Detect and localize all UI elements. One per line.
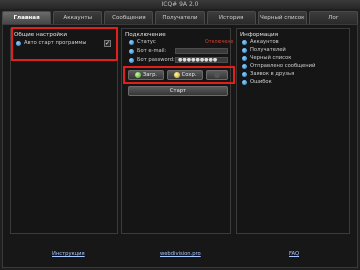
tab-log[interactable]: Лог [308,11,358,24]
window-title: ICQ# 9A 2.0 [161,1,199,8]
bullet-icon [242,39,247,45]
status-value: Отключено [205,40,234,45]
info-item-label: Аккаунтов [250,39,279,45]
highlight-box-buttons [123,66,235,84]
start-button-label: Старт [169,88,187,94]
tab-bar: Главная Аккаунты Сообщения Получатели Ис… [2,11,358,24]
bullet-icon [242,71,247,77]
email-row: Бот e-mail: [129,47,166,55]
start-button[interactable]: Старт [128,86,228,96]
status-label: Статус [137,39,156,45]
bullet-icon [242,47,247,53]
bullet-icon [242,55,247,61]
info-item: Отправлено сообщений [242,62,315,70]
status-row: Статус [129,38,156,46]
info-item: Заявок в друзья [242,70,294,78]
faq-link[interactable]: FAQ [289,251,299,257]
tab-recipients[interactable]: Получатели [155,11,205,24]
info-item: Черный список [242,54,291,62]
info-item-label: Заявок в друзья [250,71,295,77]
tab-messages[interactable]: Сообщения [104,11,154,24]
bullet-icon [129,57,134,63]
tab-blacklist[interactable]: Черный список [257,11,307,24]
instructions-link[interactable]: Инструкция [52,251,85,257]
bullet-icon [129,39,134,45]
password-input[interactable]: ●●●●●●●●● [175,57,228,63]
tab-history[interactable]: История [206,11,256,24]
password-label: Бот password: [137,57,175,63]
tab-main[interactable]: Главная [2,11,52,24]
info-item: Аккаунтов [242,38,279,46]
tab-accounts[interactable]: Аккаунты [53,11,103,24]
bullet-icon [129,48,134,54]
password-row: Бот password: [129,56,175,64]
website-link[interactable]: webdivision.pro [160,251,201,257]
email-label: Бот e-mail: [137,48,167,54]
info-item-label: Черный список [250,55,292,61]
highlight-box-settings [11,27,118,61]
bullet-icon [242,63,247,69]
info-item: Ошибок [242,78,272,86]
info-item-label: Получателей [250,47,286,53]
info-item-label: Ошибок [250,79,272,85]
title-bar: ICQ# 9A 2.0 [0,0,360,9]
info-item: Получателей [242,46,286,54]
bullet-icon [242,79,247,85]
info-item-label: Отправлено сообщений [250,63,316,69]
email-input[interactable] [175,48,228,54]
